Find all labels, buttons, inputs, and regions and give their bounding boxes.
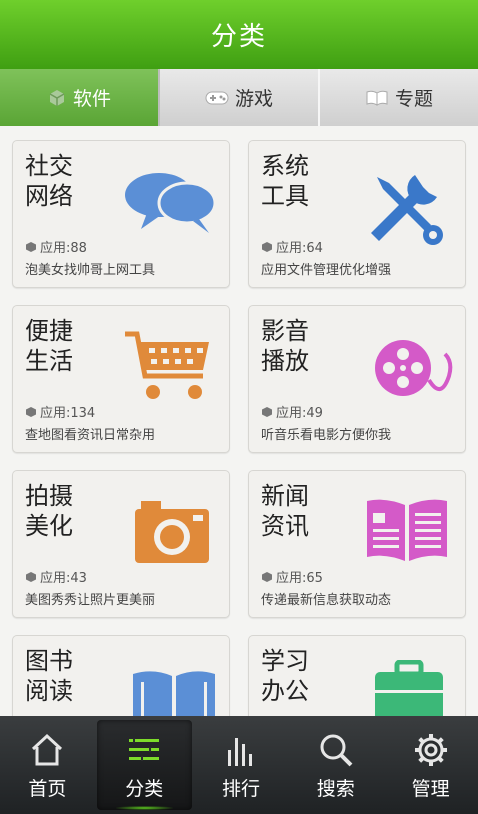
category-card-life[interactable]: 便捷生活 应用:134 查地图看资讯日常杂用 [12, 305, 230, 453]
nav-label: 搜索 [316, 777, 355, 800]
category-card-reading[interactable]: 图书阅读 [12, 635, 230, 716]
gear-icon [413, 730, 449, 770]
category-description: 应用文件管理优化增强 [261, 263, 392, 278]
category-description: 美图秀秀让照片更美丽 [25, 593, 156, 608]
film-reel-icon [373, 336, 457, 406]
book-icon [365, 89, 389, 107]
category-title: 影音播放 [261, 317, 309, 375]
category-grid: 社交网络 应用:88 泡美女找帅哥上网工具 系统工具 应用:64 应用文件管理优… [0, 126, 478, 716]
category-card-office[interactable]: 学习办公 [248, 635, 466, 716]
page-title: 分类 [210, 22, 267, 52]
app-count: 应用:134 [25, 402, 95, 421]
cube-icon [25, 241, 37, 253]
category-title: 系统工具 [261, 152, 309, 210]
nav-search[interactable]: 搜索 [288, 716, 383, 814]
category-card-photo[interactable]: 拍摄美化 应用:43 美图秀秀让照片更美丽 [12, 470, 230, 618]
category-card-system-tools[interactable]: 系统工具 应用:64 应用文件管理优化增强 [248, 140, 466, 288]
cube-icon [261, 241, 273, 253]
home-icon [29, 730, 65, 770]
cube-icon [47, 88, 67, 108]
nav-label: 分类 [125, 777, 164, 800]
list-icon [127, 730, 161, 770]
app-count: 应用:88 [25, 237, 87, 256]
category-card-news[interactable]: 新闻资讯 应用:65 传递最新信息获取动态 [248, 470, 466, 618]
category-title: 社交网络 [25, 152, 73, 210]
category-card-media[interactable]: 影音播放 应用:49 听音乐看电影方便你我 [248, 305, 466, 453]
app-count: 应用:43 [25, 567, 87, 586]
tools-icon [359, 163, 449, 257]
gamepad-icon [205, 89, 229, 107]
briefcase-icon [373, 659, 445, 716]
cube-icon [261, 406, 273, 418]
open-book-icon [131, 668, 217, 716]
category-description: 听音乐看电影方便你我 [261, 428, 392, 443]
tab-label: 游戏 [234, 88, 273, 110]
tab-label: 软件 [72, 88, 111, 110]
search-icon [318, 730, 354, 770]
nav-categories[interactable]: 分类 [96, 720, 192, 810]
app-count: 应用:65 [261, 567, 323, 586]
cube-icon [261, 571, 273, 583]
chat-bubbles-icon [123, 167, 219, 241]
tab-topics[interactable]: 专题 [320, 69, 478, 126]
category-title: 学习办公 [261, 647, 309, 705]
shopping-cart-icon [123, 328, 213, 406]
camera-icon [133, 499, 211, 569]
newspaper-icon [365, 497, 449, 567]
tab-games[interactable]: 游戏 [160, 69, 320, 126]
cube-icon [25, 406, 37, 418]
category-title: 便捷生活 [25, 317, 73, 375]
category-description: 传递最新信息获取动态 [261, 593, 392, 608]
category-card-social[interactable]: 社交网络 应用:88 泡美女找帅哥上网工具 [12, 140, 230, 288]
app-count: 应用:64 [261, 237, 323, 256]
category-title: 图书阅读 [25, 647, 73, 705]
app-count: 应用:49 [261, 402, 323, 421]
cube-icon [25, 571, 37, 583]
category-description: 泡美女找帅哥上网工具 [25, 263, 156, 278]
nav-label: 首页 [28, 777, 67, 800]
bottom-navigation: 首页 分类 排行 搜索 管理 [0, 716, 478, 814]
nav-home[interactable]: 首页 [0, 716, 95, 814]
category-tabs: 软件 游戏 专题 [0, 69, 478, 126]
bar-chart-icon [225, 730, 257, 770]
nav-ranking[interactable]: 排行 [194, 716, 289, 814]
tab-label: 专题 [394, 88, 433, 110]
nav-label: 排行 [221, 777, 260, 800]
category-description: 查地图看资讯日常杂用 [25, 428, 156, 443]
tab-software[interactable]: 软件 [0, 69, 160, 126]
category-title: 拍摄美化 [25, 482, 73, 540]
nav-label: 管理 [411, 777, 450, 800]
top-bar: 分类 [0, 0, 478, 70]
category-title: 新闻资讯 [261, 482, 309, 540]
nav-manage[interactable]: 管理 [383, 716, 478, 814]
